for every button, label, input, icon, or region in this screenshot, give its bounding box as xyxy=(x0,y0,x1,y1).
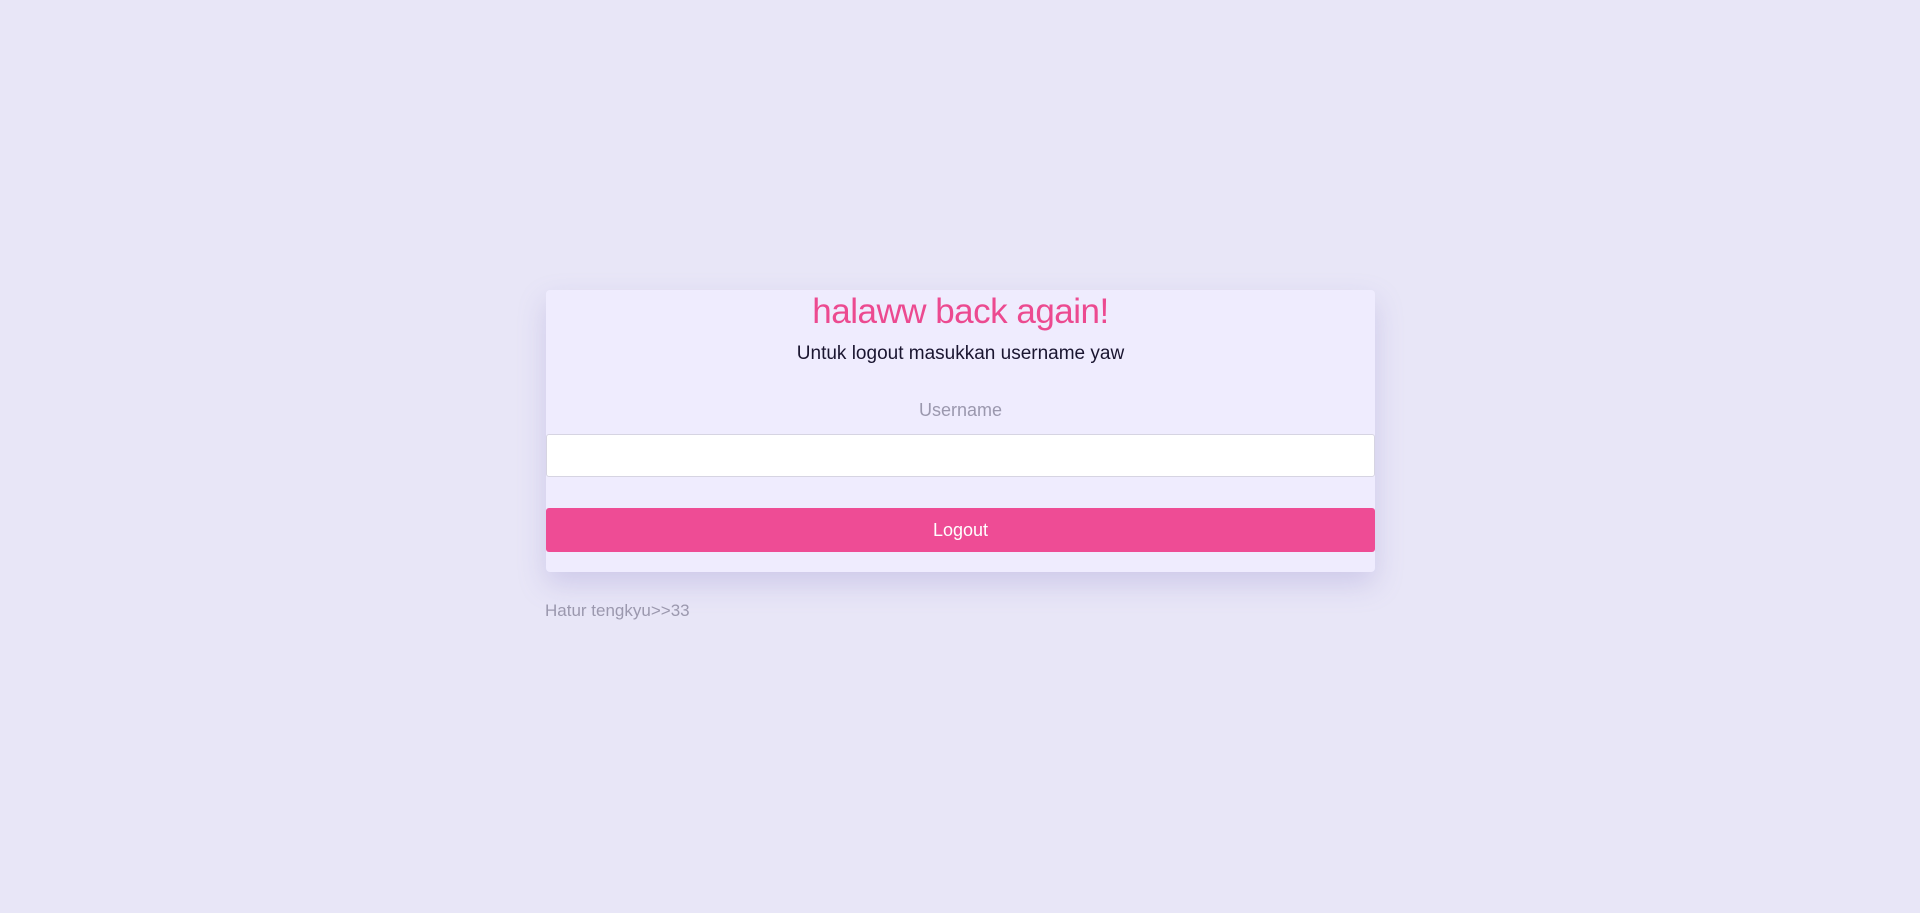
page-title: halaww back again! xyxy=(812,292,1109,331)
page-subtitle: Untuk logout masukkan username yaw xyxy=(796,343,1125,364)
footer-note: Hatur tengkyu>>33 xyxy=(545,601,690,620)
username-input[interactable] xyxy=(546,434,1375,477)
logout-button[interactable]: Logout xyxy=(546,508,1375,552)
username-label: Username xyxy=(918,400,1003,420)
logout-card: halaww back again! Untuk logout masukkan… xyxy=(546,290,1375,572)
